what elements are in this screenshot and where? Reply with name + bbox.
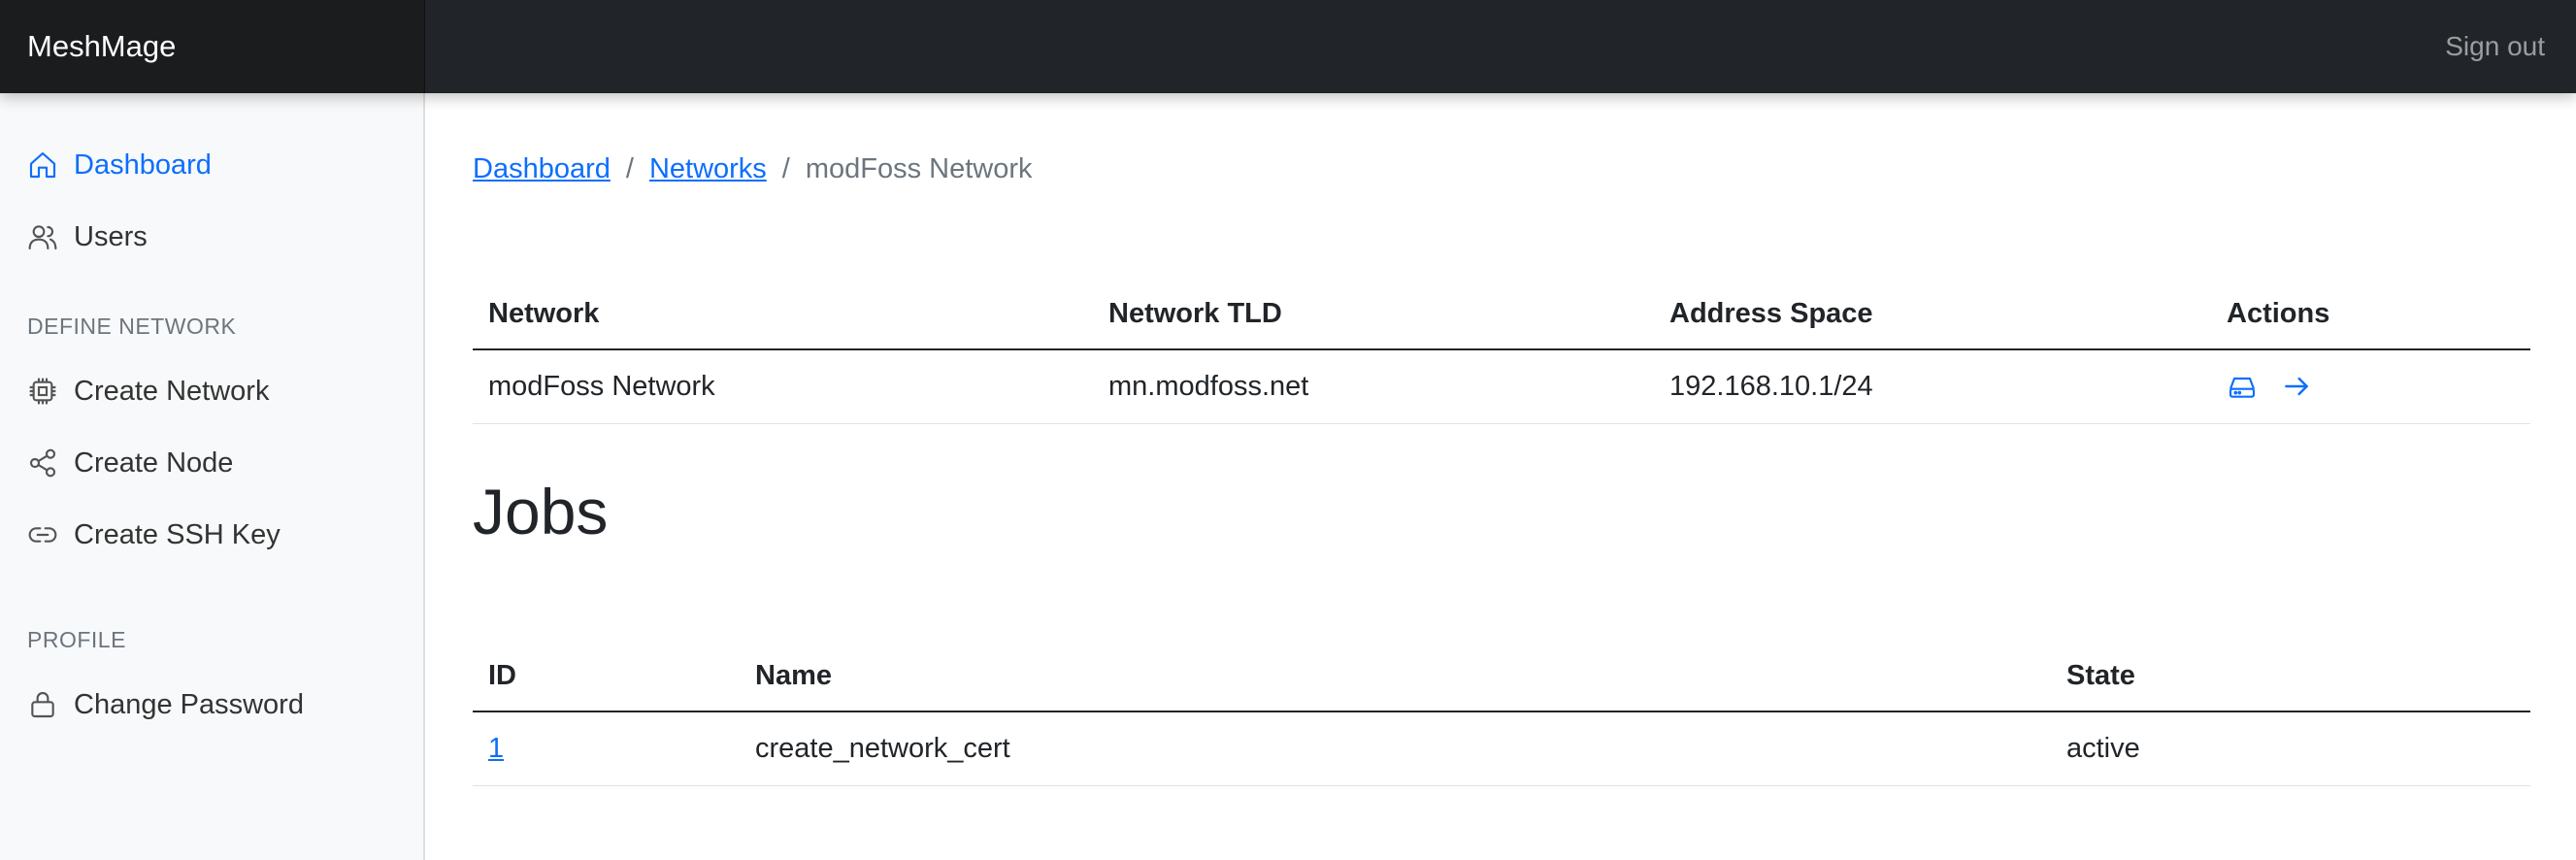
sidebar-item-users[interactable]: Users [27, 214, 148, 260]
lock-icon [27, 689, 58, 720]
share-icon [27, 447, 58, 479]
breadcrumb-link-dashboard[interactable]: Dashboard [473, 153, 611, 184]
job-id-cell: 1 [473, 711, 740, 786]
column-header-id: ID [473, 641, 740, 712]
sidebar-item-create-node[interactable]: Create Node [27, 440, 233, 486]
sidebar-item-label: Dashboard [74, 149, 212, 181]
link-icon [27, 519, 58, 550]
table-header-row: Network Network TLD Address Space Action… [473, 279, 2530, 350]
breadcrumb: Dashboard / Networks / modFoss Network [473, 153, 1033, 185]
arrow-right-icon[interactable] [2281, 371, 2312, 402]
breadcrumb-separator: / [625, 153, 634, 184]
sidebar-item-label: Create SSH Key [74, 518, 281, 550]
sidebar-item-create-ssh-key[interactable]: Create SSH Key [27, 512, 281, 558]
column-header-network-tld: Network TLD [1093, 279, 1654, 350]
network-name-cell: modFoss Network [473, 349, 1093, 424]
people-icon [27, 221, 58, 252]
table-header-row: ID Name State [473, 641, 2530, 712]
sidebar-item-label: Change Password [74, 688, 304, 720]
section-heading-define-network: DEFINE NETWORK [27, 314, 237, 339]
job-state-cell: active [2051, 711, 2530, 786]
breadcrumb-current: modFoss Network [805, 153, 1033, 184]
column-header-network: Network [473, 279, 1093, 350]
column-header-address-space: Address Space [1654, 279, 2211, 350]
sidebar-item-label: Create Network [74, 375, 270, 407]
brand-logo[interactable]: MeshMage [0, 0, 425, 93]
sidebar-item-change-password[interactable]: Change Password [27, 681, 304, 728]
address-space-cell: 192.168.10.1/24 [1654, 349, 2211, 424]
jobs-heading: Jobs [473, 476, 609, 547]
sidebar-item-label: Create Node [74, 447, 234, 479]
job-name-cell: create_network_cert [740, 711, 2051, 786]
column-header-actions: Actions [2211, 279, 2530, 350]
column-header-name: Name [740, 641, 2051, 712]
breadcrumb-link-networks[interactable]: Networks [649, 153, 767, 184]
actions-cell [2211, 349, 2530, 424]
sidebar-item-label: Users [74, 220, 148, 252]
hdd-icon[interactable] [2227, 371, 2258, 402]
cpu-icon [27, 376, 58, 407]
job-id-link[interactable]: 1 [488, 733, 504, 764]
section-heading-profile: PROFILE [27, 627, 126, 652]
table-row: modFoss Network mn.modfoss.net 192.168.1… [473, 349, 2530, 424]
table-row: 1 create_network_cert active [473, 711, 2530, 786]
sidebar: Dashboard Users DEFINE NETWORK Create Ne… [0, 93, 425, 860]
sign-out-link[interactable]: Sign out [2445, 0, 2545, 93]
column-header-state: State [2051, 641, 2530, 712]
network-table: Network Network TLD Address Space Action… [473, 279, 2530, 424]
network-tld-cell: mn.modfoss.net [1093, 349, 1654, 424]
jobs-table: ID Name State 1 create_network_cert acti… [473, 641, 2530, 786]
house-icon [27, 149, 58, 181]
top-navbar: MeshMage Sign out [0, 0, 2576, 93]
breadcrumb-separator: / [781, 153, 790, 184]
sidebar-item-dashboard[interactable]: Dashboard [27, 142, 212, 188]
sidebar-item-create-network[interactable]: Create Network [27, 368, 269, 414]
